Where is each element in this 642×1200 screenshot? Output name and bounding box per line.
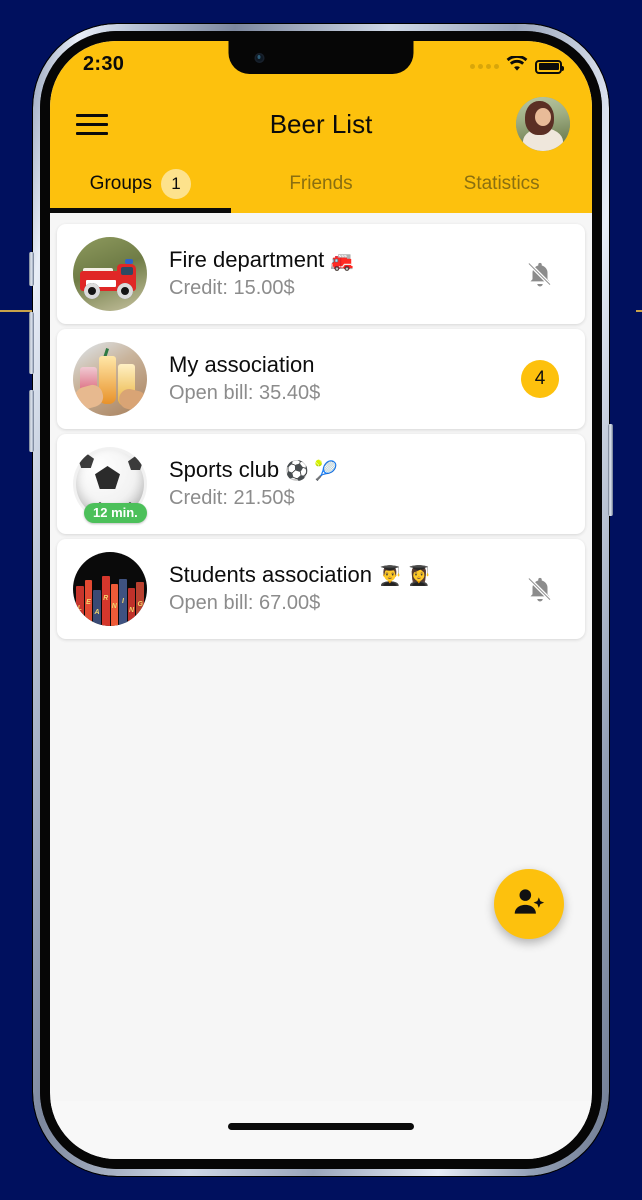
group-thumbnail (73, 237, 147, 311)
group-name: Sports club (169, 456, 280, 482)
hamburger-menu-icon[interactable] (76, 111, 108, 137)
notifications-off-icon[interactable] (525, 258, 555, 290)
group-thumbnail: L E A R N I N G (73, 552, 147, 626)
group-thumbnail (73, 342, 147, 416)
list-item-text: My association Open bill: 35.40$ (169, 352, 517, 407)
front-camera-icon (254, 53, 265, 63)
group-name: My association (169, 351, 315, 377)
power-button[interactable] (608, 424, 613, 516)
status-bar: 2:30 (50, 41, 592, 93)
list-item-text: Students association 👨‍🎓 👩‍🎓 Open bill: … (169, 562, 517, 617)
list-item[interactable]: L E A R N I N G Students association (57, 539, 585, 639)
wifi-icon (506, 54, 528, 77)
list-item-trailing[interactable] (517, 258, 563, 290)
group-title: My association (169, 352, 517, 379)
group-title: Fire department 🚒 (169, 247, 517, 274)
tab-statistics[interactable]: Statistics (411, 155, 592, 213)
group-subtitle: Credit: 15.00$ (169, 277, 295, 300)
cheers-drinks-photo (73, 342, 147, 416)
group-thumbnail: 12 min. (73, 447, 147, 523)
display-notch (228, 41, 414, 74)
volume-down-button[interactable] (29, 390, 34, 452)
user-avatar[interactable] (516, 97, 570, 151)
tab-groups-label: Groups (89, 173, 152, 194)
list-item-text: Fire department 🚒 Credit: 15.00$ (169, 247, 517, 302)
list-item-trailing[interactable] (517, 573, 563, 605)
tab-groups-badge: 1 (160, 169, 191, 199)
add-group-fab[interactable] (494, 869, 564, 939)
list-item[interactable]: Fire department 🚒 Credit: 15.00$ (57, 224, 585, 324)
group-name: Fire department (169, 246, 325, 272)
group-emoji: ⚽ 🎾 (285, 460, 338, 482)
tab-groups[interactable]: Groups 1 (50, 155, 231, 213)
volume-up-button[interactable] (29, 312, 34, 374)
group-name: Students association (169, 561, 373, 587)
tab-statistics-label: Statistics (463, 173, 540, 194)
status-indicators (470, 53, 564, 77)
group-title: Sports club ⚽ 🎾 (169, 457, 517, 484)
list-item[interactable]: 12 min. Sports club ⚽ 🎾 Credit: 21.50$ (57, 434, 585, 534)
tab-friends-label: Friends (289, 173, 353, 194)
tab-bar: Groups 1 Friends Statistics (50, 155, 592, 213)
silent-switch[interactable] (29, 252, 34, 286)
unread-count-badge[interactable]: 4 (521, 360, 559, 398)
list-item[interactable]: My association Open bill: 35.40$ 4 (57, 329, 585, 429)
home-indicator[interactable] (228, 1123, 414, 1130)
books-photo: L E A R N I N G (73, 552, 147, 626)
phone-screen: 2:30 Beer List Groups 1 Friends Statisti… (50, 41, 592, 1159)
battery-full-icon (535, 59, 564, 74)
groups-list: Fire department 🚒 Credit: 15.00$ My asso… (50, 213, 592, 1027)
home-indicator-area (50, 1101, 592, 1159)
tab-friends[interactable]: Friends (231, 155, 412, 213)
group-subtitle: Open bill: 67.00$ (169, 592, 321, 615)
group-emoji: 👨‍🎓 👩‍🎓 (378, 565, 431, 587)
app-bar: Beer List (50, 93, 592, 155)
status-clock: 2:30 (83, 53, 125, 75)
time-badge: 12 min. (84, 503, 147, 523)
group-subtitle: Credit: 21.50$ (169, 487, 295, 510)
page-title: Beer List (269, 108, 373, 139)
group-emoji: 🚒 (330, 250, 355, 272)
group-title: Students association 👨‍🎓 👩‍🎓 (169, 562, 517, 589)
fire-truck-photo (73, 237, 147, 311)
person-add-icon (513, 887, 545, 922)
phone-frame: 2:30 Beer List Groups 1 Friends Statisti… (29, 24, 613, 1176)
notifications-off-icon[interactable] (525, 573, 555, 605)
signal-dots-icon (470, 64, 499, 69)
decorative-line-right (636, 310, 642, 312)
list-item-text: Sports club ⚽ 🎾 Credit: 21.50$ (169, 457, 517, 512)
list-item-trailing[interactable]: 4 (517, 360, 563, 398)
group-subtitle: Open bill: 35.40$ (169, 382, 321, 405)
